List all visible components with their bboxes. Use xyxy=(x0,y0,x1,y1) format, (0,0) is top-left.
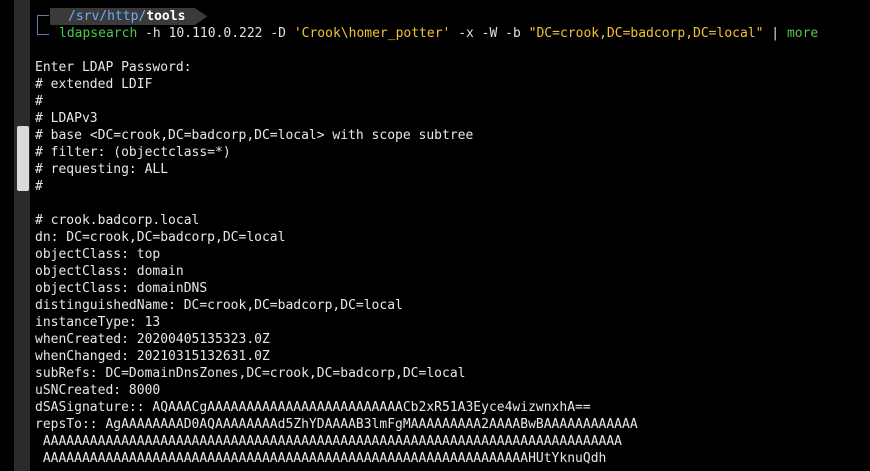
command-args-2: -x -W -b xyxy=(450,26,529,41)
output-line: objectClass: domain xyxy=(35,264,184,279)
command-pager: more xyxy=(786,26,819,41)
prompt-path: /srv/http/tools xyxy=(50,8,208,25)
scrollbar[interactable] xyxy=(0,0,33,471)
output-line: # base <DC=crook,DC=badcorp,DC=local> wi… xyxy=(35,128,474,143)
command-line[interactable]: ldapsearch -h 10.110.0.222 -D 'Crook\hom… xyxy=(59,25,818,42)
command-bind-dn: 'Crook\homer_potter' xyxy=(293,26,451,41)
output-line: uSNCreated: 8000 xyxy=(35,383,161,398)
output-line: # xyxy=(35,179,43,194)
output-line: objectClass: domainDNS xyxy=(35,281,208,296)
output-line: # LDAPv3 xyxy=(35,111,98,126)
output-line: whenChanged: 20210315132631.0Z xyxy=(35,349,270,364)
command-args: -h 10.110.0.222 -D xyxy=(137,26,294,41)
output-line: # requesting: ALL xyxy=(35,162,169,177)
scrollbar-thumb[interactable] xyxy=(17,126,29,191)
path-current-dir: tools xyxy=(146,9,186,24)
output-line: # crook.badcorp.local xyxy=(35,213,200,228)
command-base-dn: "DC=crook,DC=badcorp,DC=local" xyxy=(528,26,764,41)
output-line: subRefs: DC=DomainDnsZones,DC=crook,DC=b… xyxy=(35,366,466,381)
command-program: ldapsearch xyxy=(59,26,138,41)
output-line: objectClass: top xyxy=(35,247,161,262)
path-segment: /srv/http/tools xyxy=(50,8,208,25)
output-line: # extended LDIF xyxy=(35,77,153,92)
output-line: # xyxy=(35,94,43,109)
output-line: Enter LDAP Password: xyxy=(35,60,192,75)
output-line: repsTo:: AgAAAAAAAAD0AQAAAAAAAAd5ZhYDAAA… xyxy=(35,417,638,432)
output-line: AAAAAAAAAAAAAAAAAAAAAAAAAAAAAAAAAAAAAAAA… xyxy=(35,434,622,449)
prompt-connector xyxy=(37,15,49,35)
output-line: dn: DC=crook,DC=badcorp,DC=local xyxy=(35,230,286,245)
terminal-output: Enter LDAP Password: # extended LDIF # # LD… xyxy=(35,59,638,467)
scrollbar-track[interactable] xyxy=(14,0,30,471)
command-pipe: | xyxy=(763,26,787,41)
output-line: instanceType: 13 xyxy=(35,315,161,330)
output-line: dSASignature:: AQAAACgAAAAAAAAAAAAAAAAAA… xyxy=(35,400,591,415)
path-prefix: /srv/http/ xyxy=(68,9,147,24)
terminal-window[interactable]: /srv/http/tools ldapsearch -h 10.110.0.2… xyxy=(0,0,870,471)
output-line: AAAAAAAAAAAAAAAAAAAAAAAAAAAAAAAAAAAAAAAA… xyxy=(35,451,607,466)
output-line: whenCreated: 20200405135323.0Z xyxy=(35,332,270,347)
output-line: # filter: (objectclass=*) xyxy=(35,145,231,160)
output-line: distinguishedName: DC=crook,DC=badcorp,D… xyxy=(35,298,403,313)
